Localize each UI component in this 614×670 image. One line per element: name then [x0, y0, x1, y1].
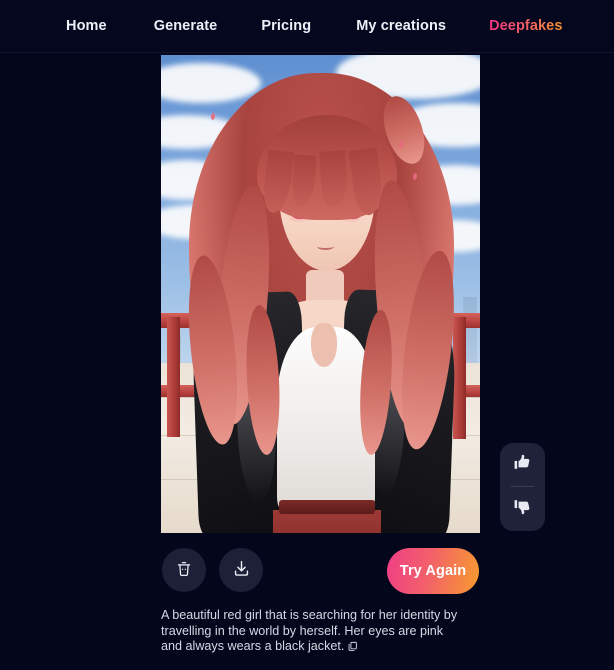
nav-item-deepfakes[interactable]: Deepfakes	[489, 18, 562, 34]
generated-artwork	[161, 55, 480, 533]
belt	[279, 500, 375, 514]
trash-icon	[175, 560, 193, 581]
neckline	[311, 323, 337, 367]
prompt-text: A beautiful red girl that is searching f…	[161, 608, 458, 654]
nav-items: Home Generate Pricing My creations Deepf…	[66, 18, 563, 34]
delete-button[interactable]	[162, 548, 206, 592]
feedback-panel	[500, 443, 545, 531]
nav-item-my-creations[interactable]: My creations	[356, 18, 446, 34]
nav-item-pricing[interactable]: Pricing	[261, 18, 311, 34]
nav-item-generate[interactable]: Generate	[154, 18, 218, 34]
nav-item-home[interactable]: Home	[66, 18, 107, 34]
download-icon	[232, 559, 251, 581]
thumbs-down-icon	[513, 497, 532, 521]
copy-icon[interactable]	[347, 641, 358, 657]
thumbs-up-button[interactable]	[500, 443, 545, 486]
character	[161, 55, 480, 533]
thumbs-down-button[interactable]	[500, 487, 545, 530]
prompt-text-block: A beautiful red girl that is searching f…	[161, 608, 461, 657]
mouth	[317, 243, 334, 250]
generated-image[interactable]	[161, 55, 480, 533]
thumbs-up-icon	[513, 453, 532, 477]
try-again-button[interactable]: Try Again	[387, 548, 479, 594]
download-button[interactable]	[219, 548, 263, 592]
petal	[211, 113, 215, 120]
action-row: Try Again	[161, 548, 480, 594]
top-navigation-bar: Home Generate Pricing My creations Deepf…	[0, 0, 614, 53]
